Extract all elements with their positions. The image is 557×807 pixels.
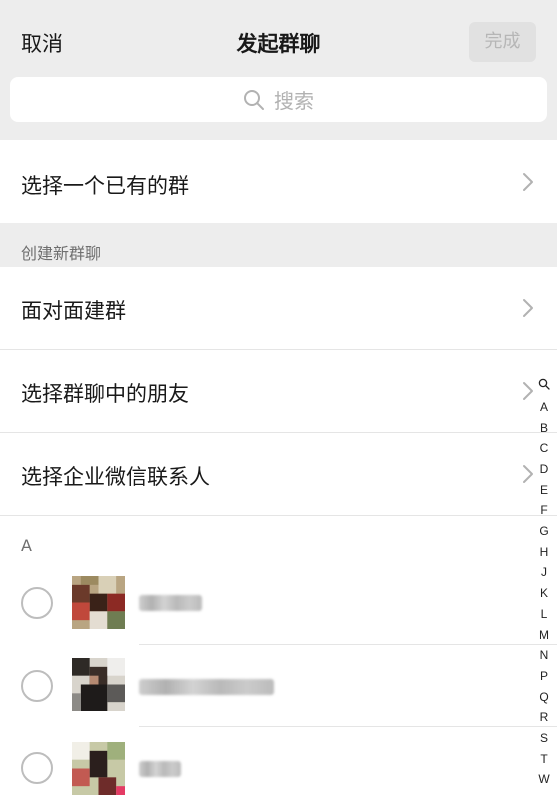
contact-name-blurred — [139, 595, 202, 611]
select-radio[interactable] — [21, 587, 53, 619]
index-letter[interactable]: P — [534, 669, 554, 683]
select-wecom-contacts-row[interactable]: 选择企业微信联系人 — [0, 433, 557, 515]
contact-item[interactable] — [0, 563, 557, 643]
select-existing-group-label: 选择一个已有的群 — [21, 174, 189, 198]
index-letter[interactable]: K — [534, 586, 554, 600]
chevron-right-icon — [523, 173, 533, 191]
chevron-right-icon — [523, 465, 533, 483]
select-radio[interactable] — [21, 752, 53, 784]
index-letter[interactable]: H — [534, 545, 554, 559]
search-placeholder: 搜索 — [274, 89, 314, 113]
index-letter[interactable]: L — [534, 607, 554, 621]
index-letter[interactable]: B — [534, 421, 554, 435]
index-letter[interactable]: G — [534, 524, 554, 538]
index-letter[interactable]: A — [534, 400, 554, 414]
index-letter[interactable]: Q — [534, 690, 554, 704]
create-group-section-header: 创建新群聊 — [0, 223, 557, 267]
index-letter[interactable]: C — [534, 441, 554, 455]
index-letter[interactable]: E — [534, 483, 554, 497]
index-letter[interactable]: F — [534, 503, 554, 517]
avatar — [72, 742, 125, 795]
select-existing-group-row[interactable]: 选择一个已有的群 — [0, 140, 557, 223]
divider — [0, 515, 557, 516]
done-button[interactable]: 完成 — [469, 22, 536, 62]
face-to-face-group-label: 面对面建群 — [21, 299, 126, 323]
index-letter[interactable]: W — [534, 772, 554, 786]
contact-item[interactable] — [0, 645, 557, 725]
chevron-right-icon — [523, 382, 533, 400]
index-letter[interactable]: N — [534, 648, 554, 662]
index-letter[interactable]: M — [534, 628, 554, 642]
section-label: 创建新群聊 — [21, 244, 102, 263]
avatar — [72, 658, 125, 711]
contact-name-blurred — [139, 761, 181, 777]
select-friends-from-group-row[interactable]: 选择群聊中的朋友 — [0, 350, 557, 432]
index-letter[interactable]: T — [534, 752, 554, 766]
select-radio[interactable] — [21, 670, 53, 702]
chevron-right-icon — [523, 299, 533, 317]
index-letter[interactable]: J — [534, 565, 554, 579]
search-icon — [244, 89, 264, 110]
search-content: 搜索 — [10, 77, 547, 122]
avatar — [72, 576, 125, 629]
search-icon[interactable] — [538, 378, 550, 390]
search-bar[interactable]: 搜索 — [10, 77, 547, 122]
index-letter[interactable]: S — [534, 731, 554, 745]
face-to-face-group-row[interactable]: 面对面建群 — [0, 267, 557, 349]
index-letter[interactable]: D — [534, 462, 554, 476]
contact-name-blurred — [139, 679, 274, 695]
index-letter[interactable]: R — [534, 710, 554, 724]
navigation-header: 取消 发起群聊 完成 搜索 — [0, 0, 557, 140]
select-friends-from-group-label: 选择群聊中的朋友 — [21, 382, 189, 406]
contact-item[interactable] — [0, 727, 557, 807]
select-wecom-contacts-label: 选择企业微信联系人 — [21, 465, 210, 489]
contact-group-letter: A — [21, 536, 32, 555]
